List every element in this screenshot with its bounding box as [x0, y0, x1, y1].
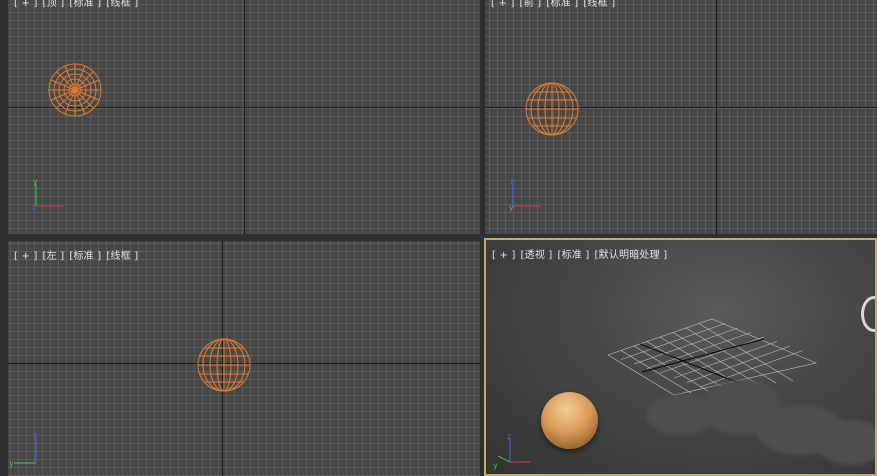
axis-tripod-icon: z y [493, 432, 530, 470]
axis-tripod-icon: y z [32, 177, 64, 212]
axis-tripod-icon: z y [509, 177, 541, 212]
viewport-shading-mode[interactable]: [线框 ] [106, 0, 138, 9]
sphere-wireframe[interactable] [524, 81, 580, 137]
viewport-standard-mode[interactable]: [标准 ] [546, 0, 578, 9]
smoke-effect [816, 420, 875, 465]
grid-axis-vertical [244, 0, 245, 234]
viewport-label[interactable]: [ + ] [前 ] [标准 ] [线框 ] [491, 0, 620, 9]
viewport-standard-mode[interactable]: [标准 ] [69, 0, 101, 9]
viewport-label[interactable]: [ + ] [左 ] [标准 ] [线框 ] [14, 247, 143, 262]
viewport-view-name[interactable]: [前 ] [520, 0, 542, 9]
viewport-menu-plus[interactable]: [ + ] [492, 250, 516, 261]
viewport-menu-plus[interactable]: [ + ] [491, 0, 515, 9]
viewport-shading-mode[interactable]: [线框 ] [583, 0, 615, 9]
viewport-view-name[interactable]: [顶 ] [43, 0, 65, 9]
sphere-wireframe[interactable] [196, 337, 252, 393]
svg-text:y: y [9, 459, 14, 468]
sphere-wireframe[interactable] [47, 62, 103, 118]
svg-text:z: z [507, 432, 511, 441]
viewport-menu-plus[interactable]: [ + ] [14, 251, 38, 262]
viewport-left[interactable]: [ + ] [左 ] [标准 ] [线框 ] z y [8, 241, 480, 476]
viewport-standard-mode[interactable]: [标准 ] [69, 251, 101, 262]
viewport-label[interactable]: [ + ] [顶 ] [标准 ] [线框 ] [14, 0, 143, 9]
grid-axis-vertical [716, 0, 717, 234]
viewport-shading-mode[interactable]: [线框 ] [106, 251, 138, 262]
viewport-menu-plus[interactable]: [ + ] [14, 0, 38, 9]
viewport-label[interactable]: [ + ] [透视 ] [标准 ] [默认明暗处理 ] [492, 246, 672, 261]
viewport-perspective[interactable]: [ + ] [透视 ] [标准 ] [默认明暗处理 ] z y [484, 238, 877, 476]
axis-tripod-icon: z y [9, 431, 37, 468]
svg-text:z: z [510, 177, 514, 186]
torus-object[interactable] [861, 296, 875, 332]
home-grid [607, 318, 817, 396]
sphere-shaded[interactable] [541, 392, 598, 449]
svg-text:y: y [33, 177, 38, 186]
viewport-top[interactable]: [ + ] [顶 ] [标准 ] [线框 ] y z [8, 0, 480, 234]
viewport-view-name[interactable]: [左 ] [43, 251, 65, 262]
viewport-view-name[interactable]: [透视 ] [521, 250, 553, 261]
svg-text:y: y [509, 203, 514, 212]
viewport-standard-mode[interactable]: [标准 ] [558, 250, 590, 261]
viewport-area: [ + ] [顶 ] [标准 ] [线框 ] y z [+] [前] [标… [0, 0, 877, 476]
viewport-front[interactable]: [ + ] [前 ] [标准 ] [线框 ] z y [485, 0, 877, 234]
svg-text:z: z [32, 203, 36, 212]
svg-text:z: z [33, 431, 37, 440]
viewport-shading-mode[interactable]: [默认明暗处理 ] [595, 250, 668, 261]
svg-text:y: y [493, 461, 498, 470]
